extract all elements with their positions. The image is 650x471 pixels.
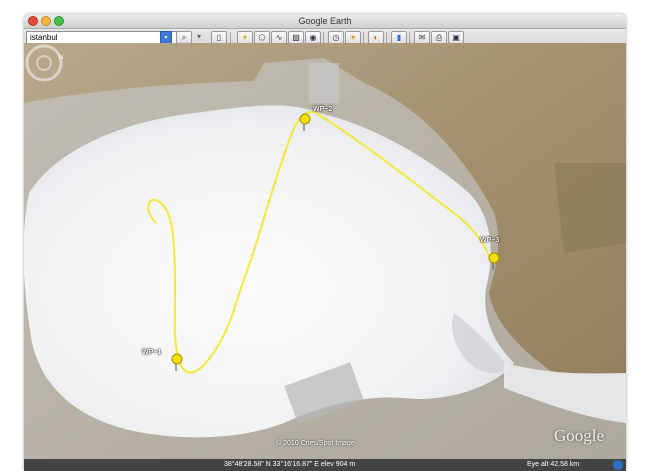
- record-tour-icon: ◉: [309, 33, 317, 42]
- window-title: Google Earth: [298, 16, 352, 26]
- north-indicator: N: [59, 55, 63, 61]
- planet-icon: ◐: [373, 33, 379, 42]
- polygon-icon: ⬠: [258, 33, 266, 42]
- image-overlay-icon: ▧: [292, 33, 300, 42]
- sidebar-icon: ▯: [216, 33, 222, 42]
- waypoint-label-1[interactable]: WP~1: [142, 349, 161, 356]
- pointer-coordinates: 38°48'28.58" N 33°16'16.87" E elev 904 m: [224, 461, 356, 468]
- sun-icon: ☀: [349, 33, 357, 42]
- clock-icon: ◷: [332, 33, 340, 42]
- printer-icon: ⎙: [435, 33, 443, 42]
- search-options-button[interactable]: ▾: [192, 31, 206, 43]
- salt-works: [309, 63, 339, 103]
- google-earth-window: Google Earth ▾ ⌕ ▾ ▯ ✦ ⬠ ∿ ▧ ◉ ◷ ☀ ◐ ▮ ✉…: [24, 14, 626, 471]
- envelope-icon: ✉: [418, 33, 426, 42]
- imagery-copyright: © 2010 Cnes/Spot Image: [276, 440, 355, 447]
- navigation-compass[interactable]: N: [24, 43, 64, 83]
- toolbar-separator: [323, 32, 324, 43]
- toolbar-separator: [409, 32, 410, 43]
- eye-altitude: Eye alt 42.58 km: [527, 461, 580, 468]
- streaming-indicator-icon: [613, 460, 623, 470]
- toolbar-separator: [230, 32, 231, 43]
- magnifier-icon: ⌕: [181, 33, 187, 42]
- status-bar: 38°48'28.58" N 33°16'16.87" E elev 904 m…: [24, 459, 626, 471]
- pushpin-icon: ✦: [241, 33, 249, 42]
- toolbar-separator: [363, 32, 364, 43]
- ruler-icon: ▮: [396, 33, 402, 42]
- path-icon: ∿: [275, 33, 283, 42]
- maps-icon: ▣: [452, 33, 460, 42]
- waypoint-label-3[interactable]: WP~3: [480, 237, 499, 244]
- earth-view[interactable]: WP~1 WP~2 WP~3 N © 2010 Cnes/Spot Image …: [24, 43, 626, 459]
- google-logo: Google: [554, 426, 605, 445]
- farmland: [554, 163, 626, 253]
- waypoint-label-2[interactable]: WP~2: [313, 106, 332, 113]
- title-bar: Google Earth: [24, 14, 626, 29]
- toolbar-separator: [386, 32, 387, 43]
